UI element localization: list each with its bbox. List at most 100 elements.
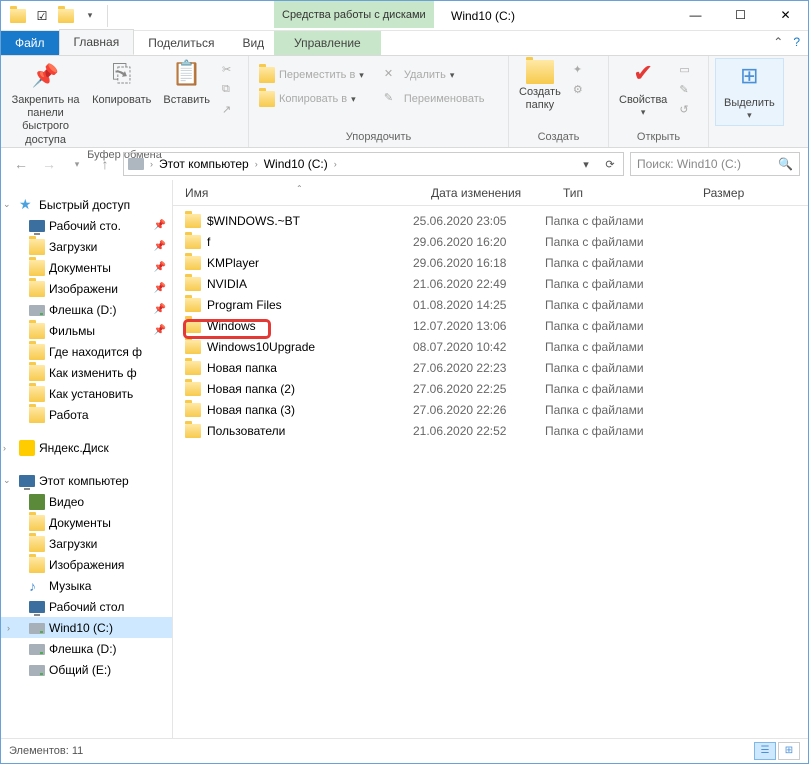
cut-icon: ✂ — [222, 63, 238, 79]
nav-quick-access[interactable]: ⌄ ★ Быстрый доступ — [1, 194, 172, 215]
easy-access-button[interactable]: ⚙ — [569, 82, 593, 100]
app-icon[interactable] — [7, 5, 29, 27]
refresh-button[interactable]: ⟳ — [599, 154, 621, 174]
new-item-button[interactable]: ✦ — [569, 62, 593, 80]
nav-item[interactable]: Документы📌 — [1, 257, 172, 278]
file-row[interactable]: KMPlayer29.06.2020 16:18Папка с файлами — [173, 252, 808, 273]
crumb-sep[interactable]: › — [146, 159, 157, 169]
select-button[interactable]: ⊞ Выделить▾ — [715, 58, 784, 126]
move-to-button[interactable]: Переместить в▾ — [255, 66, 368, 84]
expand-icon[interactable]: ⌄ — [3, 475, 11, 486]
copy-path-icon: ⧉ — [222, 83, 238, 99]
col-size[interactable]: Размер — [691, 186, 771, 200]
nav-back-button[interactable]: ← — [9, 152, 33, 176]
nav-item[interactable]: Где находится ф — [1, 341, 172, 362]
address-bar[interactable]: › Этот компьютер › Wind10 (C:) › ▾ ⟳ — [123, 152, 624, 176]
search-input[interactable]: Поиск: Wind10 (C:) 🔍 — [630, 152, 800, 176]
computer-icon — [19, 475, 35, 487]
search-icon[interactable]: 🔍 — [778, 157, 793, 171]
tab-share[interactable]: Поделиться — [134, 31, 228, 55]
file-row[interactable]: Program Files01.08.2020 14:25Папка с фай… — [173, 294, 808, 315]
file-row[interactable]: NVIDIA21.06.2020 22:49Папка с файлами — [173, 273, 808, 294]
nav-item[interactable]: ›Wind10 (C:) — [1, 617, 172, 638]
tab-disk-tools[interactable]: Управление — [274, 31, 381, 55]
nav-item[interactable]: Загрузки — [1, 533, 172, 554]
crumb-this-pc[interactable]: Этот компьютер — [159, 157, 249, 171]
nav-item[interactable]: Фильмы📌 — [1, 320, 172, 341]
nav-item[interactable]: Рабочий стол — [1, 596, 172, 617]
crumb-sep[interactable]: › — [251, 159, 262, 169]
file-row[interactable]: Новая папка (2)27.06.2020 22:25Папка с ф… — [173, 378, 808, 399]
qat-properties-icon[interactable]: ☑ — [31, 5, 53, 27]
nav-item[interactable]: Загрузки📌 — [1, 236, 172, 257]
pin-quick-access-button[interactable]: 📌 Закрепить на панели быстрого доступа — [7, 58, 84, 149]
file-row[interactable]: Новая папка (3)27.06.2020 22:26Папка с ф… — [173, 399, 808, 420]
nav-item[interactable]: Рабочий сто.📌 — [1, 215, 172, 236]
copy-path-button[interactable]: ⧉ — [218, 82, 242, 100]
file-row[interactable]: Новая папка27.06.2020 22:23Папка с файла… — [173, 357, 808, 378]
view-large-button[interactable]: ⊞ — [778, 742, 800, 760]
edit-button[interactable]: ✎ — [675, 82, 699, 100]
nav-forward-button[interactable]: → — [37, 152, 61, 176]
tab-file[interactable]: Файл — [1, 31, 59, 55]
cut-button[interactable]: ✂ — [218, 62, 242, 80]
open-button[interactable]: ▭ — [675, 62, 699, 80]
delete-button[interactable]: ✕Удалить▾ — [380, 66, 489, 84]
address-row: ← → ▾ ↑ › Этот компьютер › Wind10 (C:) ›… — [1, 148, 808, 180]
nav-label: Загрузки — [49, 537, 97, 551]
col-date[interactable]: Дата изменения — [419, 186, 551, 200]
crumb-sep[interactable]: › — [330, 159, 341, 169]
qat-customize[interactable]: ▾ — [79, 5, 101, 27]
file-type: Папка с файлами — [545, 235, 685, 249]
nav-label: Где находится ф — [49, 345, 142, 359]
nav-item[interactable]: Изображения — [1, 554, 172, 575]
minimize-button[interactable]: — — [673, 1, 718, 29]
music-icon: ♪ — [29, 578, 45, 594]
expand-icon[interactable]: › — [3, 443, 6, 453]
view-details-button[interactable]: ☰ — [754, 742, 776, 760]
properties-button[interactable]: ✔ Свойства▾ — [615, 58, 671, 120]
nav-item[interactable]: ♪Музыка — [1, 575, 172, 596]
maximize-button[interactable]: ☐ — [718, 1, 763, 29]
copy-button[interactable]: ⎘ Копировать — [88, 58, 155, 109]
copy-to-button[interactable]: Копировать в▾ — [255, 90, 368, 108]
help-icon[interactable]: ? — [793, 35, 800, 49]
nav-item[interactable]: Изображени📌 — [1, 278, 172, 299]
col-name[interactable]: Имя⌃ — [173, 186, 419, 200]
paste-shortcut-button[interactable]: ↗ — [218, 102, 242, 120]
file-date: 29.06.2020 16:20 — [413, 235, 545, 249]
navigation-pane[interactable]: ⌄ ★ Быстрый доступ Рабочий сто.📌Загрузки… — [1, 180, 173, 738]
nav-history-button[interactable]: ▾ — [65, 152, 89, 176]
nav-item[interactable]: Как изменить ф — [1, 362, 172, 383]
addr-dropdown-button[interactable]: ▾ — [575, 154, 597, 174]
nav-item[interactable]: Видео — [1, 491, 172, 512]
qat-new-folder-icon[interactable] — [55, 5, 77, 27]
tab-view[interactable]: Вид — [228, 31, 278, 55]
col-type[interactable]: Тип — [551, 186, 691, 200]
file-row[interactable]: Windows10Upgrade08.07.2020 10:42Папка с … — [173, 336, 808, 357]
nav-item[interactable]: Флешка (D:)📌 — [1, 299, 172, 320]
ribbon-collapse-icon[interactable]: ⌃ — [773, 35, 783, 49]
nav-item[interactable]: Общий (E:) — [1, 659, 172, 680]
expand-icon[interactable]: › — [7, 623, 10, 633]
history-button[interactable]: ↺ — [675, 102, 699, 120]
nav-item[interactable]: Флешка (D:) — [1, 638, 172, 659]
close-button[interactable]: ✕ — [763, 1, 808, 29]
nav-up-button[interactable]: ↑ — [93, 152, 117, 176]
new-folder-button[interactable]: Создать папку — [515, 58, 565, 114]
nav-yandex[interactable]: › Яндекс.Диск — [1, 437, 172, 458]
nav-item[interactable]: Работа — [1, 404, 172, 425]
file-row[interactable]: Пользователи21.06.2020 22:52Папка с файл… — [173, 420, 808, 441]
file-row[interactable]: Windows12.07.2020 13:06Папка с файлами — [173, 315, 808, 336]
file-row[interactable]: $WINDOWS.~BT25.06.2020 23:05Папка с файл… — [173, 210, 808, 231]
nav-item[interactable]: Как установить — [1, 383, 172, 404]
file-row[interactable]: f29.06.2020 16:20Папка с файлами — [173, 231, 808, 252]
crumb-drive[interactable]: Wind10 (C:) — [264, 157, 328, 171]
tab-home[interactable]: Главная — [59, 29, 135, 55]
nav-this-pc[interactable]: ⌄ Этот компьютер — [1, 470, 172, 491]
file-list[interactable]: $WINDOWS.~BT25.06.2020 23:05Папка с файл… — [173, 206, 808, 738]
nav-item[interactable]: Документы — [1, 512, 172, 533]
rename-button[interactable]: ✎Переименовать — [380, 90, 489, 108]
paste-button[interactable]: 📋 Вставить — [159, 58, 214, 109]
expand-icon[interactable]: ⌄ — [3, 199, 11, 210]
